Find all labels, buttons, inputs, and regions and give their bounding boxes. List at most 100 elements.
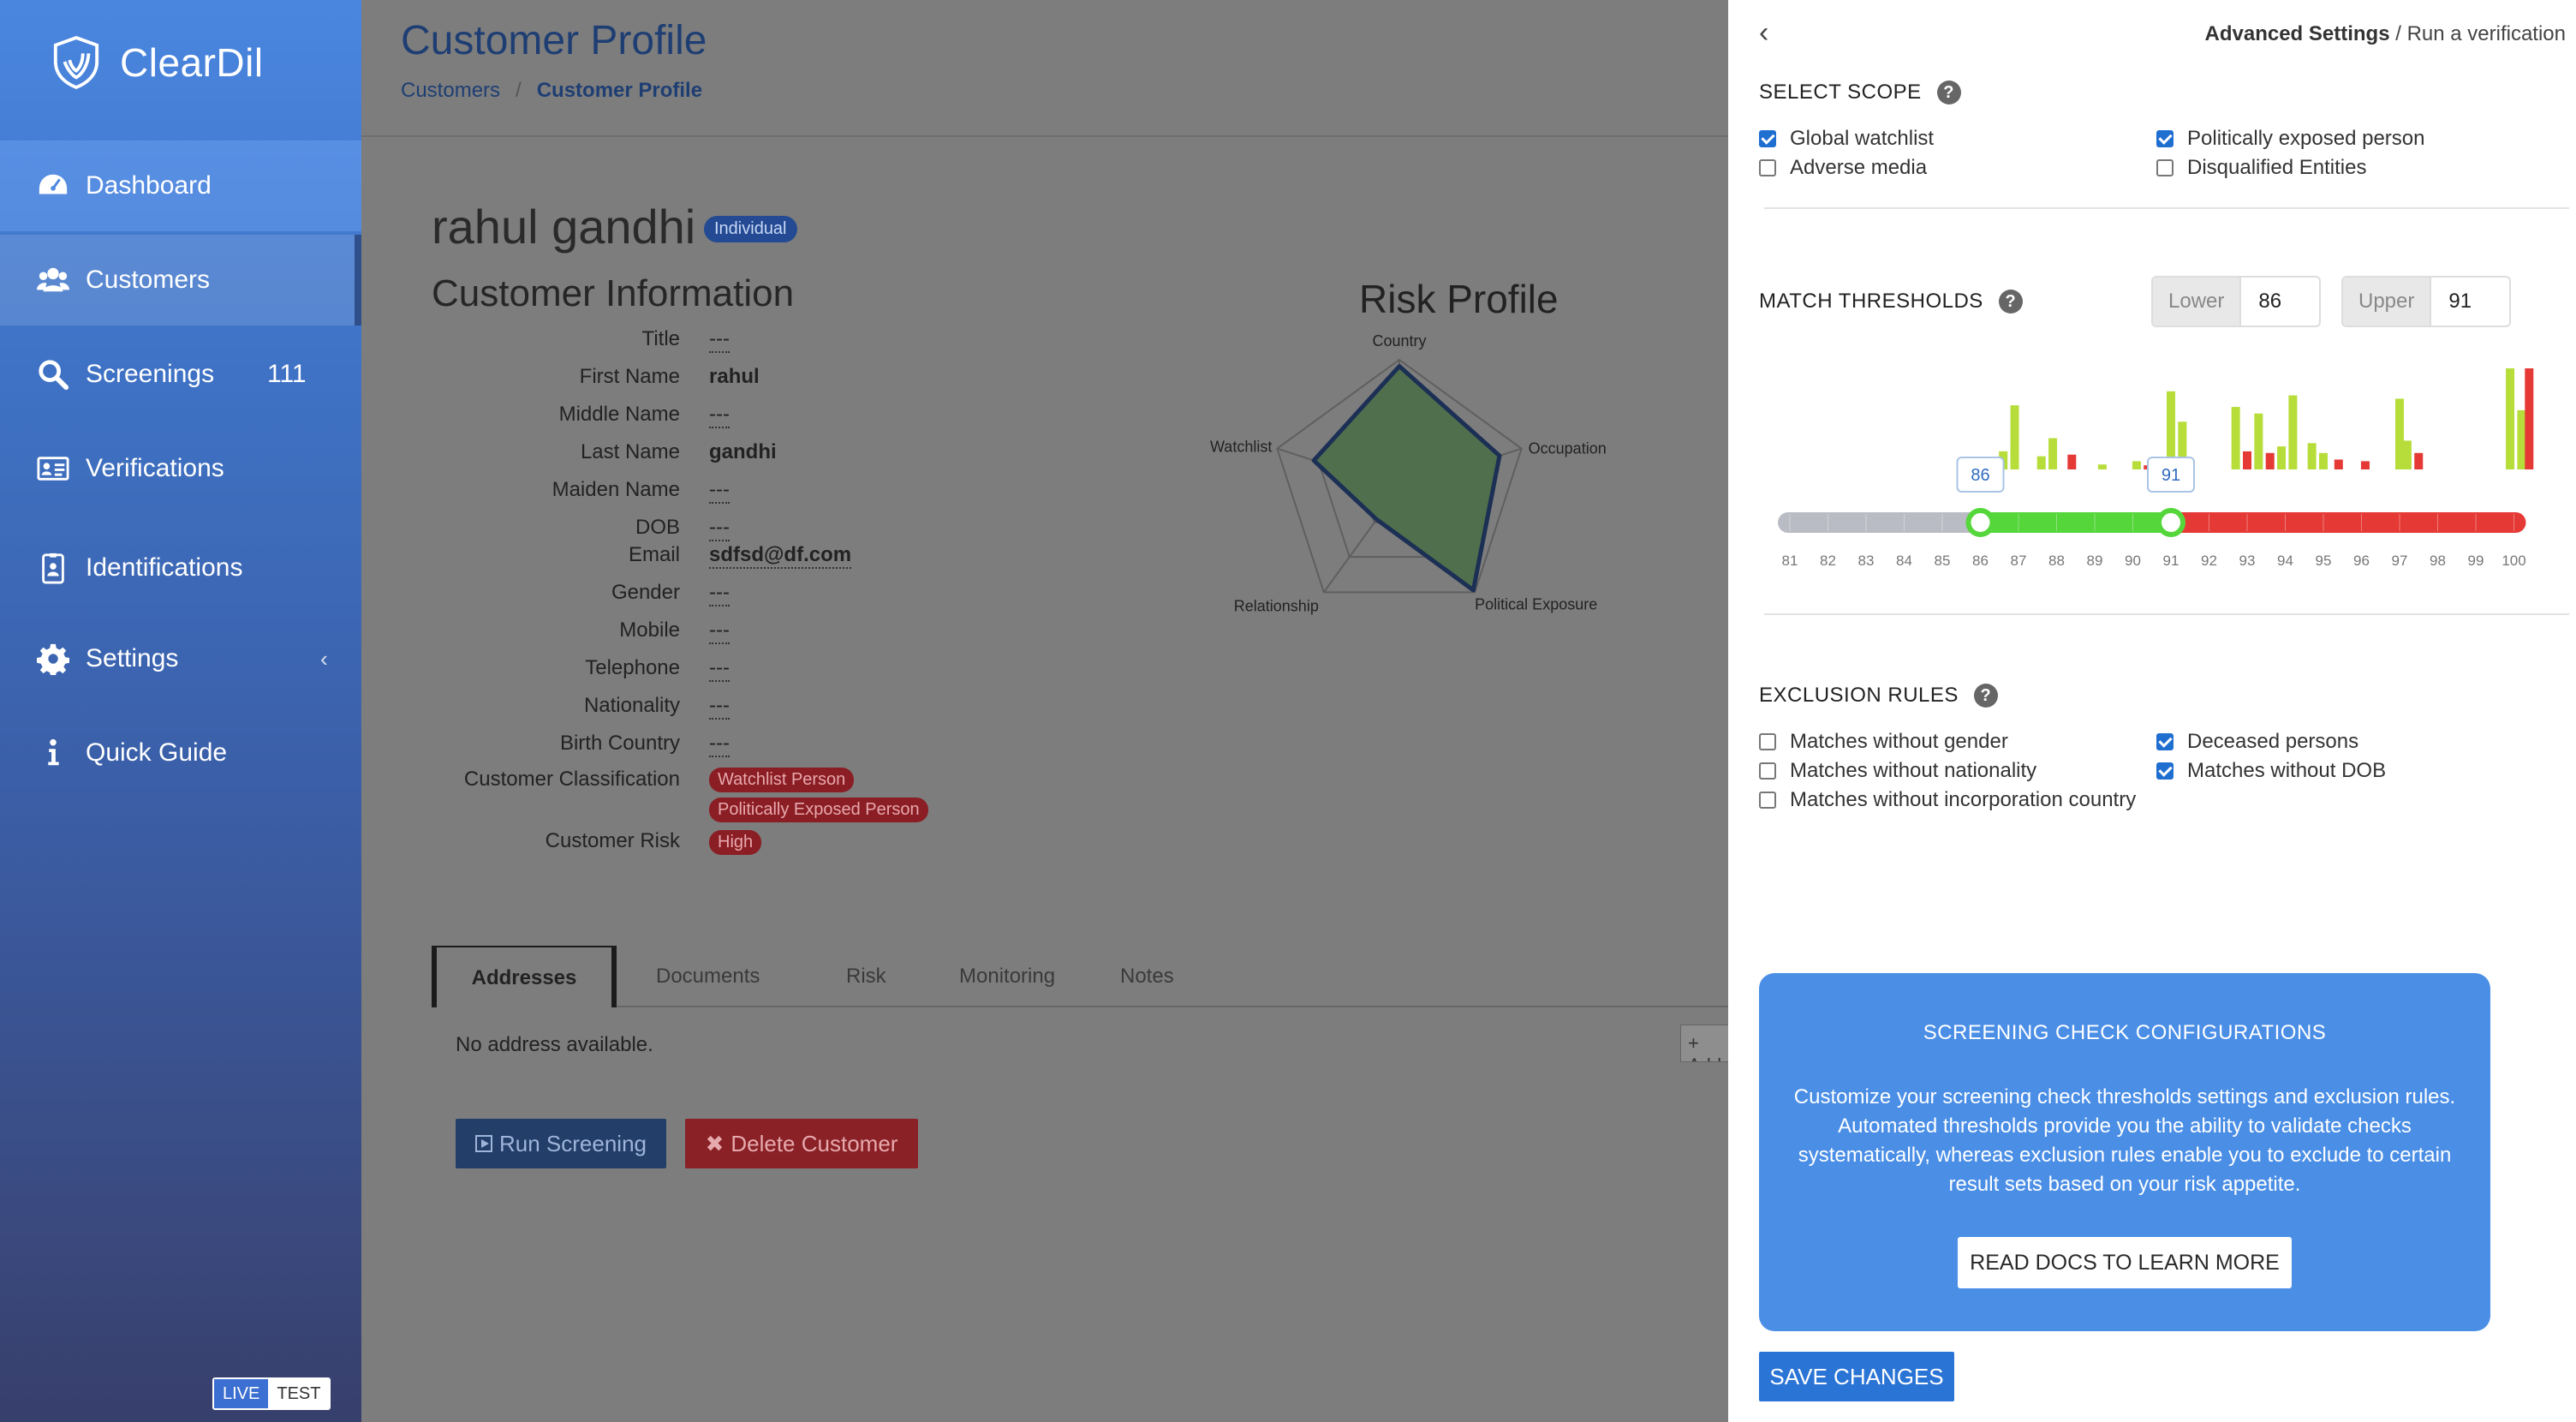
checkbox[interactable]: [1759, 792, 1776, 809]
field-label: Telephone: [585, 656, 680, 679]
upper-value-bubble-text: 91: [2162, 466, 2180, 485]
histogram-bar: [2395, 398, 2404, 469]
scope-checkbox-disqualified[interactable]: Disqualified Entities: [2156, 154, 2366, 182]
help-icon[interactable]: ?: [1936, 81, 1961, 105]
radar-axis-label: Political Exposure: [1475, 595, 1597, 612]
histogram-bar: [2048, 438, 2058, 469]
profile-tabs: Addresses Documents Risk Monitoring Note…: [432, 946, 1728, 1007]
info-card-description: Customize your screening check threshold…: [1793, 1085, 2456, 1196]
add-address-button[interactable]: + Add: [1680, 1025, 1732, 1062]
slider-tick-label: 85: [1935, 553, 1951, 569]
slider-tick-label: 94: [2277, 553, 2293, 569]
histogram-bar: [2277, 446, 2287, 469]
checkbox-label: Politically exposed person: [2187, 127, 2425, 150]
screenings-count: 111: [267, 360, 307, 388]
checkbox[interactable]: [2156, 130, 2174, 147]
radar-axis-label: Occupation: [1529, 440, 1607, 457]
customer-info-heading: Customer Information: [432, 272, 795, 314]
upper-threshold-handle[interactable]: [2156, 508, 2185, 537]
field-value: ---: [709, 618, 730, 644]
sidebar-item-customers[interactable]: Customers: [0, 235, 361, 326]
exclusion-section-title: EXCLUSION RULES ?: [1759, 684, 1998, 708]
save-changes-button[interactable]: SAVE CHANGES: [1759, 1352, 1954, 1401]
slider-tick-label: 87: [2011, 553, 2027, 569]
panel-breadcrumb-rest: / Run a verification: [2389, 22, 2566, 45]
exclusion-checkbox-dob[interactable]: Matches without DOB: [2156, 757, 2386, 785]
play-square-icon: [475, 1135, 492, 1152]
radar-axis-label: Relationship: [1234, 597, 1319, 614]
test-mode-button[interactable]: TEST: [268, 1379, 330, 1408]
field-value: ---: [709, 581, 730, 606]
lower-threshold-label: Lower: [2153, 278, 2242, 326]
sidebar-item-label: Verifications: [86, 454, 224, 482]
sidebar-item-screenings[interactable]: Screenings 111: [0, 329, 361, 420]
checkbox[interactable]: [2156, 159, 2174, 176]
upper-threshold-field[interactable]: Upper 91: [2341, 276, 2511, 327]
field-label: Last Name: [580, 440, 680, 463]
scope-checkbox-pep[interactable]: Politically exposed person: [2156, 125, 2425, 152]
divider: [1764, 613, 2569, 615]
read-docs-button[interactable]: READ DOCS TO LEARN MORE: [1958, 1237, 2292, 1288]
tab-documents[interactable]: Documents: [656, 946, 760, 1007]
field-label: Customer Classification: [463, 768, 680, 791]
slider-tick-label: 93: [2239, 553, 2256, 569]
exclusion-checkbox-deceased[interactable]: Deceased persons: [2156, 728, 2358, 756]
histogram-bar: [2319, 452, 2328, 469]
sidebar-item-quick-guide[interactable]: Quick Guide: [0, 708, 361, 798]
breadcrumb-customers-link[interactable]: Customers: [401, 79, 500, 102]
slider-track-low: [1778, 512, 1981, 533]
histogram-bar: [2288, 395, 2298, 469]
field-label: Gender: [611, 581, 680, 604]
delete-customer-label: Delete Customer: [730, 1130, 898, 1156]
checkbox[interactable]: [2156, 733, 2174, 750]
threshold-range-slider[interactable]: 81 82 83 84 85 86 87 88 89 90 91 92 93 94 95 96 97 98 99 10…: [1759, 368, 2564, 591]
live-test-toggle[interactable]: LIVE TEST: [212, 1377, 331, 1410]
exclusion-checkbox-gender[interactable]: Matches without gender: [1759, 728, 2008, 756]
tab-risk[interactable]: Risk: [846, 946, 886, 1007]
slider-tick-label: 98: [2430, 553, 2446, 569]
help-icon[interactable]: ?: [1998, 290, 2023, 314]
checkbox[interactable]: [1759, 733, 1776, 750]
dashboard-icon: [36, 169, 70, 203]
tab-addresses[interactable]: Addresses: [432, 946, 617, 1007]
tab-notes[interactable]: Notes: [1120, 946, 1174, 1007]
sidebar-item-verifications[interactable]: Verifications: [0, 423, 361, 514]
live-mode-button[interactable]: LIVE: [214, 1379, 269, 1408]
upper-threshold-input[interactable]: 91: [2431, 278, 2489, 326]
scope-checkbox-global-watchlist[interactable]: Global watchlist: [1759, 125, 1934, 152]
sidebar-item-dashboard[interactable]: Dashboard: [0, 140, 361, 231]
sidebar-item-settings[interactable]: Settings ‹: [0, 613, 361, 704]
field-label: Middle Name: [558, 403, 680, 426]
field-value: ---: [709, 478, 730, 504]
slider-tick-label: 99: [2468, 553, 2484, 569]
field-value: rahul: [709, 365, 760, 388]
scope-checkbox-adverse-media[interactable]: Adverse media: [1759, 154, 1927, 182]
field-label: Maiden Name: [552, 478, 680, 501]
checkbox[interactable]: [1759, 159, 1776, 176]
chevron-left-back-icon[interactable]: ‹: [1759, 18, 1786, 48]
exclusion-checkbox-incorporation[interactable]: Matches without incorporation country: [1759, 786, 2136, 814]
field-label: Mobile: [619, 618, 680, 642]
help-icon[interactable]: ?: [1973, 684, 1998, 708]
histogram-bar: [2010, 405, 2019, 469]
field-label: Birth Country: [559, 732, 680, 755]
screening-config-info-card: SCREENING CHECK CONFIGURATIONS Customize…: [1759, 973, 2490, 1331]
checkbox-label: Matches without incorporation country: [1790, 788, 2137, 811]
exclusion-checkbox-nationality[interactable]: Matches without nationality: [1759, 757, 2036, 785]
lower-threshold-field[interactable]: Lower 86: [2151, 276, 2321, 327]
tab-monitoring[interactable]: Monitoring: [959, 946, 1055, 1007]
delete-customer-button[interactable]: ✖ Delete Customer: [685, 1119, 918, 1168]
sidebar: ClearDil Dashboard Customers Screenings …: [0, 0, 361, 1422]
checkbox[interactable]: [2156, 762, 2174, 780]
sidebar-item-identifications[interactable]: Identifications: [0, 523, 361, 613]
run-screening-button[interactable]: Run Screening: [456, 1119, 666, 1168]
chevron-left-icon[interactable]: ‹: [320, 646, 328, 672]
field-value: ---: [709, 516, 730, 541]
page-header: Customer Profile Customers / Customer Prof…: [361, 0, 1728, 137]
logo[interactable]: ClearDil: [51, 33, 264, 93]
checkbox[interactable]: [1759, 762, 1776, 780]
checkbox[interactable]: [1759, 130, 1776, 147]
lower-threshold-handle[interactable]: [1965, 508, 1995, 537]
field-value: sdfsd@df.com: [709, 543, 852, 569]
lower-threshold-input[interactable]: 86: [2241, 278, 2299, 326]
